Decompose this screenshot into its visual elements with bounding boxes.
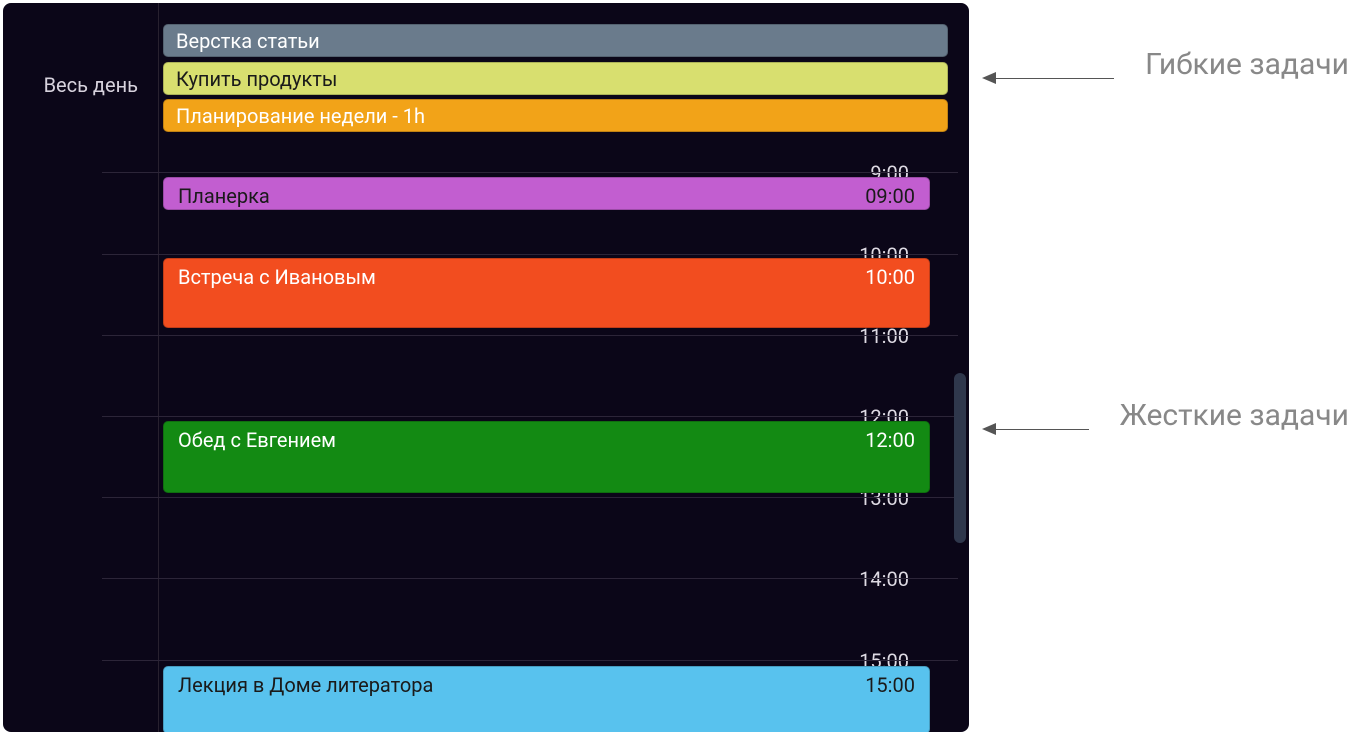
event-time: 09:00 (865, 184, 915, 208)
arrow-left-icon (982, 423, 996, 435)
allday-event[interactable]: Купить продукты (163, 62, 948, 95)
timed-event[interactable]: Обед с Евгением 12:00 (163, 421, 930, 493)
allday-event[interactable]: Планирование недели - 1h (163, 99, 948, 132)
allday-label: Весь день (3, 73, 138, 97)
event-title: Встреча с Ивановым (178, 265, 865, 289)
event-time: 10:00 (865, 265, 915, 289)
timed-event[interactable]: Встреча с Ивановым 10:00 (163, 258, 930, 328)
event-title: Планирование недели - 1h (176, 104, 425, 128)
grid-vline (158, 3, 159, 732)
scrollbar-thumb[interactable] (954, 373, 966, 543)
event-title: Купить продукты (176, 67, 337, 91)
allday-event[interactable]: Верстка статьи (163, 24, 948, 57)
event-time: 12:00 (865, 428, 915, 452)
event-title: Обед с Евгением (178, 428, 865, 452)
timed-event[interactable]: Планерка 09:00 (163, 177, 930, 210)
timed-event[interactable]: Лекция в Доме литератора 15:00 (163, 666, 930, 732)
event-title: Лекция в Доме литератора (178, 673, 865, 697)
event-title: Верстка статьи (176, 29, 320, 53)
calendar-panel: Весь день 9:00 10:00 11:00 12:00 13:00 1… (3, 3, 969, 732)
arrow-left-icon (982, 72, 996, 84)
arrow-line (994, 429, 1089, 430)
annotation-flexible: Гибкие задачи (1145, 47, 1349, 82)
events-area: Верстка статьи Купить продукты Планирова… (163, 3, 957, 732)
event-title: Планерка (178, 184, 865, 208)
event-time: 15:00 (865, 673, 915, 697)
annotation-hard: Жесткие задачи (1120, 398, 1349, 433)
arrow-line (994, 78, 1114, 79)
